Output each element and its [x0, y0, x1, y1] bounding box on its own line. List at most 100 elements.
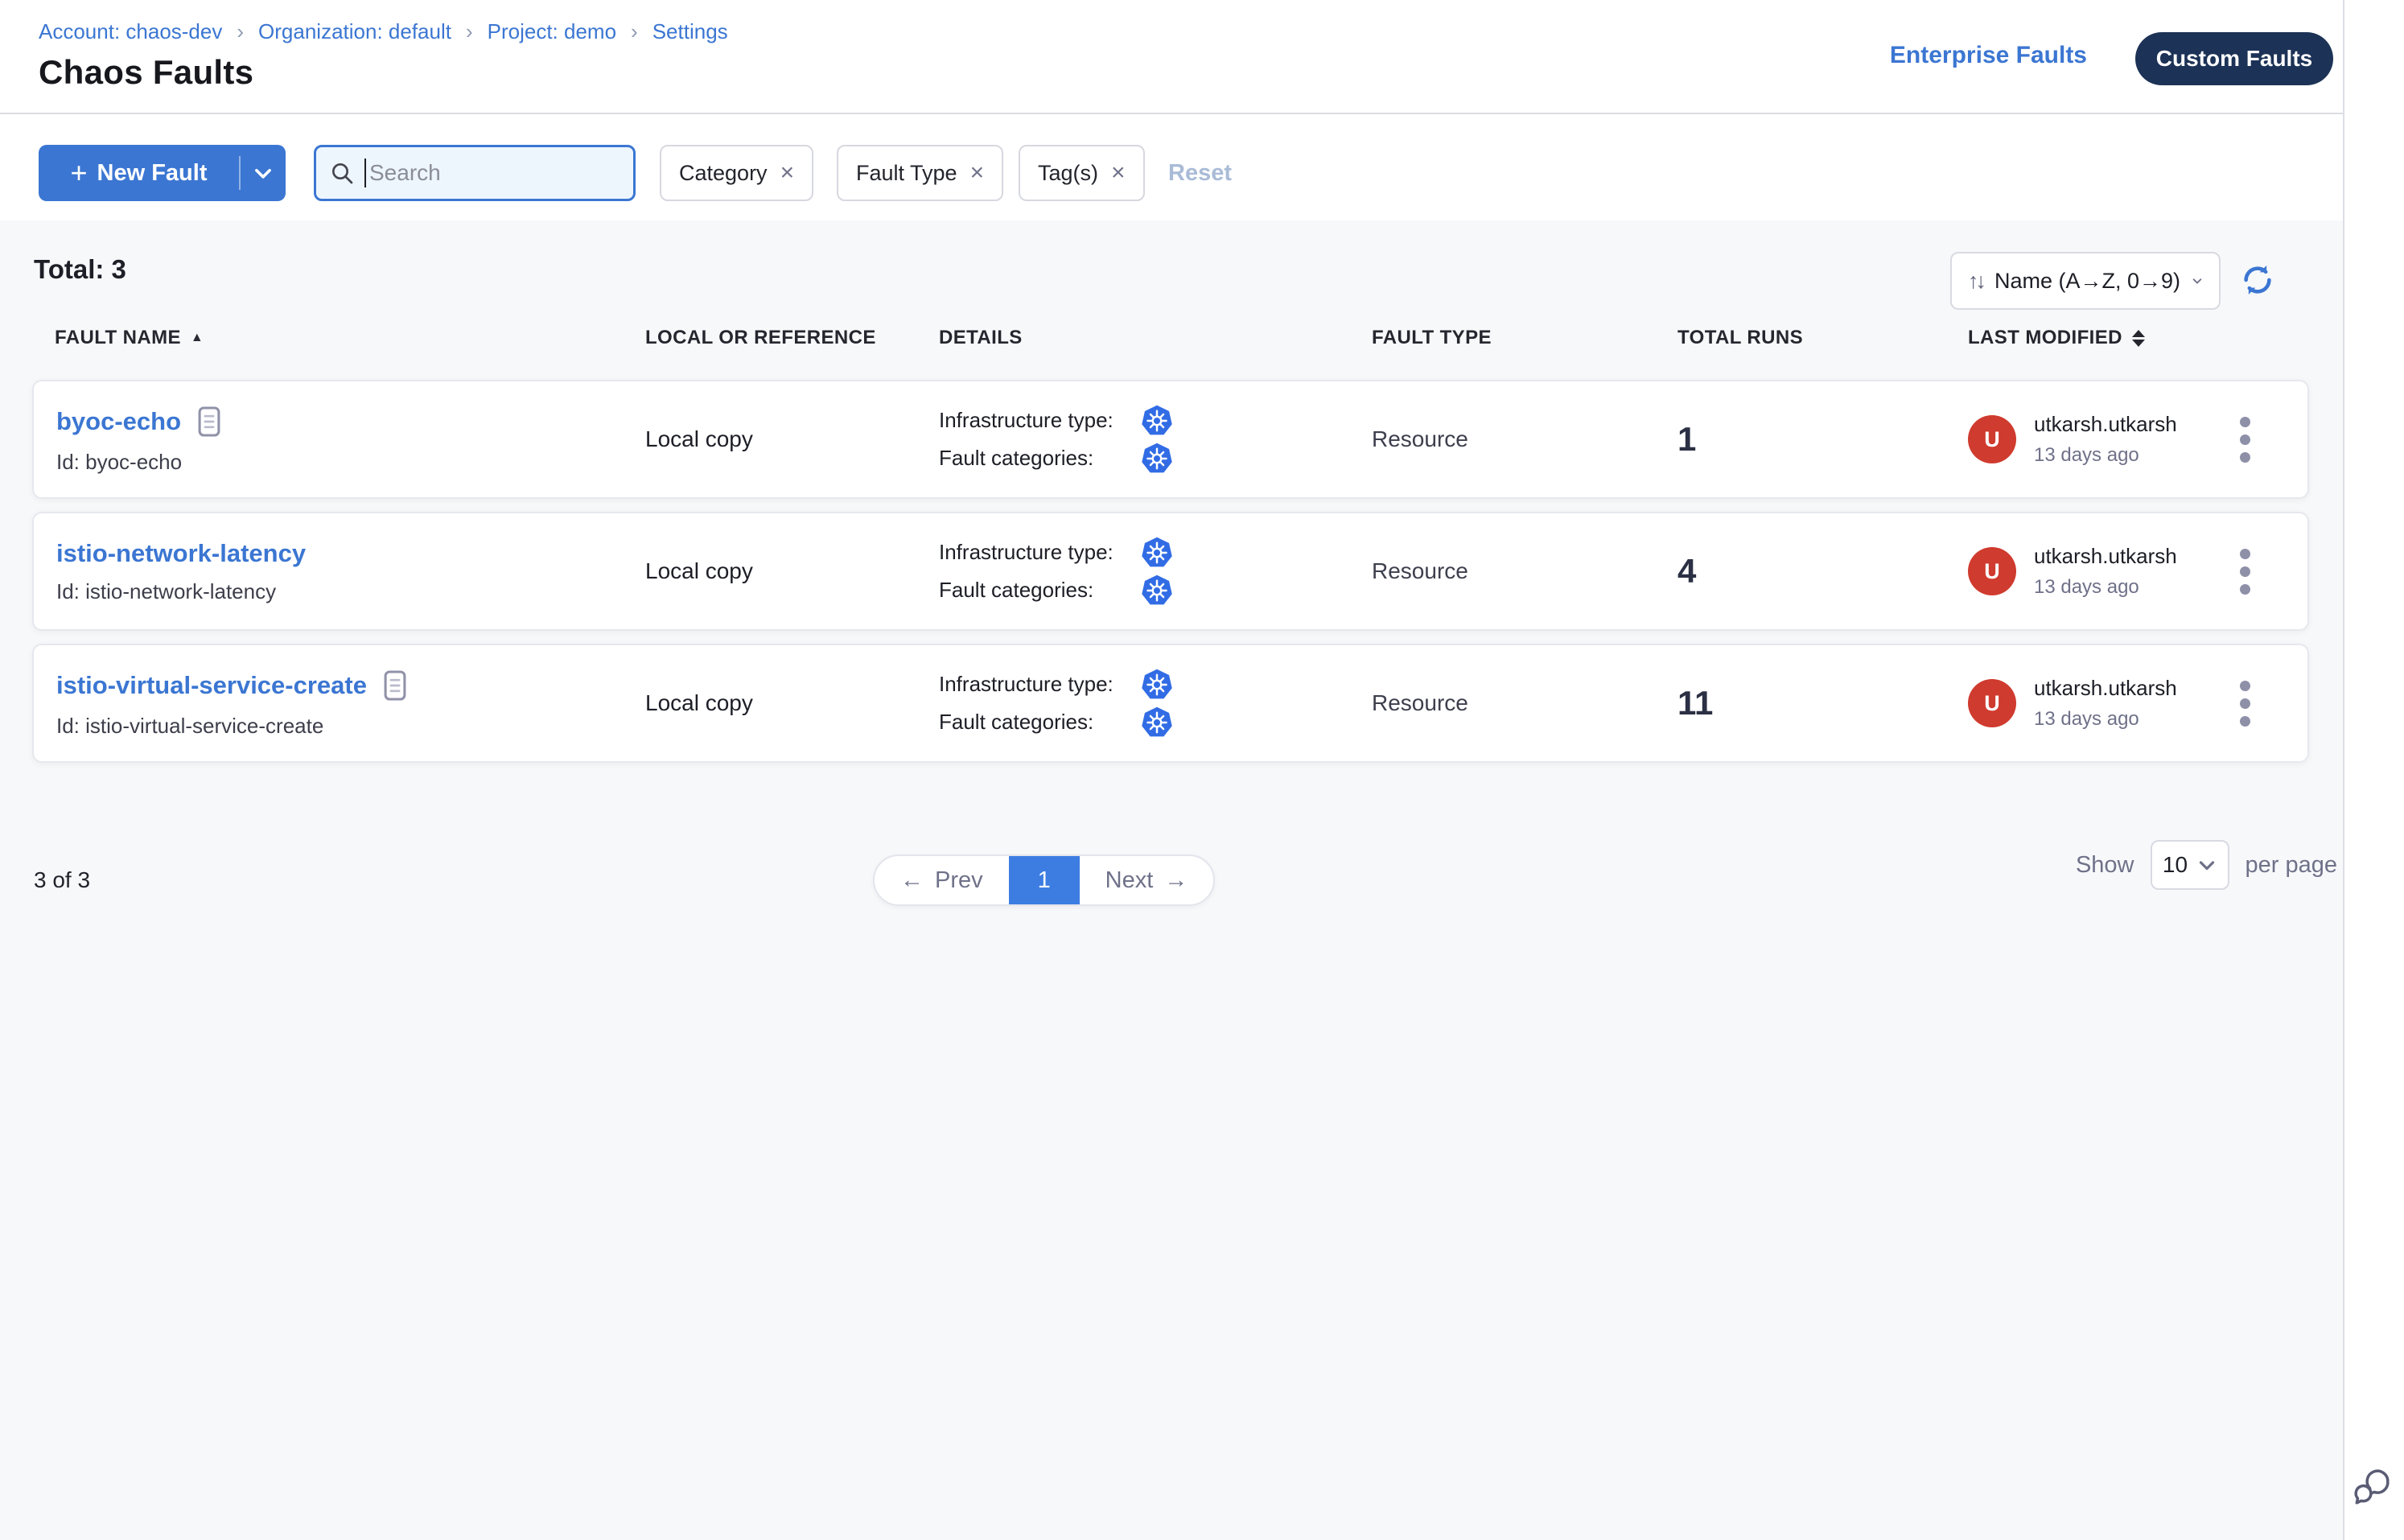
reset-filters-button[interactable]: Reset	[1168, 145, 1232, 201]
manifest-doc-icon[interactable]	[196, 405, 223, 439]
breadcrumb-account[interactable]: Account: chaos-dev	[39, 19, 222, 44]
chevron-down-icon	[2192, 270, 2203, 291]
breadcrumb-settings[interactable]: Settings	[652, 19, 728, 44]
breadcrumb-project[interactable]: Project: demo	[488, 19, 616, 44]
column-header-last-modified[interactable]: LAST MODIFIED	[1968, 327, 2209, 349]
kubernetes-icon	[1140, 536, 1174, 570]
new-fault-button[interactable]: + New Fault	[39, 145, 286, 201]
close-icon[interactable]: ×	[1111, 161, 1126, 185]
kebab-dot	[2240, 417, 2250, 427]
sort-dropdown[interactable]: ↑↓ Name (A→Z, 0→9)	[1950, 252, 2221, 310]
search-box[interactable]	[314, 145, 636, 201]
filter-pill-label: Category	[679, 161, 768, 186]
breadcrumb: Account: chaos-dev › Organization: defau…	[39, 19, 728, 44]
infrastructure-type-label: Infrastructure type:	[939, 672, 1140, 697]
sort-selected-value: Name (A→Z, 0→9)	[1994, 269, 2180, 294]
kebab-dot	[2240, 434, 2250, 445]
fault-categories-label: Fault categories:	[939, 578, 1140, 603]
sort-arrows-icon: ↑↓	[1968, 269, 1983, 294]
kubernetes-icon	[1140, 404, 1174, 438]
avatar: U	[1968, 679, 2016, 727]
per-page-label: per page	[2246, 852, 2338, 879]
modified-when: 13 days ago	[2034, 708, 2177, 731]
local-or-reference-cell: Local copy	[645, 558, 939, 584]
show-label: Show	[2076, 852, 2134, 879]
fault-name-link[interactable]: byoc-echo	[56, 405, 223, 439]
fault-type-cell: Resource	[1372, 558, 1677, 584]
table-header-row: FAULT NAME ▲ LOCAL OR REFERENCE DETAILS …	[32, 327, 2309, 349]
modified-by: utkarsh.utkarsh	[2034, 676, 2177, 701]
fault-name-text: istio-virtual-service-create	[56, 671, 367, 700]
column-header-fault-name[interactable]: FAULT NAME ▲	[32, 327, 645, 349]
kubernetes-icon	[1140, 668, 1174, 702]
kebab-dot	[2240, 681, 2250, 691]
fault-type-cell: Resource	[1372, 426, 1677, 452]
chevron-down-icon	[2197, 855, 2217, 875]
new-fault-main[interactable]: + New Fault	[39, 145, 239, 201]
column-header-actions	[2209, 327, 2309, 349]
sort-ascending-icon: ▲	[191, 331, 204, 345]
column-header-total-runs: TOTAL RUNS	[1677, 327, 1968, 349]
row-menu-button[interactable]	[2233, 674, 2257, 733]
total-runs-cell: 1	[1677, 420, 1968, 459]
enterprise-faults-link[interactable]: Enterprise Faults	[1890, 42, 2087, 69]
filter-pill-label: Fault Type	[856, 161, 957, 186]
fault-categories-label: Fault categories:	[939, 710, 1140, 735]
filter-pill-category[interactable]: Category ×	[660, 145, 813, 201]
total-runs-cell: 11	[1677, 684, 1968, 723]
prev-page-button[interactable]: ← Prev	[875, 856, 1009, 904]
refresh-icon	[2239, 261, 2276, 299]
filter-pill-label: Tag(s)	[1038, 161, 1098, 186]
kubernetes-icon	[1140, 706, 1174, 739]
modified-when: 13 days ago	[2034, 444, 2177, 467]
kubernetes-icon	[1140, 442, 1174, 476]
main-column: Account: chaos-dev › Organization: defau…	[0, 0, 2343, 1540]
column-header-details: DETAILS	[939, 327, 1372, 349]
sort-toggle-icon	[2132, 330, 2145, 347]
search-icon	[329, 160, 355, 186]
kebab-dot	[2240, 452, 2250, 463]
fault-name-link[interactable]: istio-virtual-service-create	[56, 669, 409, 702]
column-label: DETAILS	[939, 327, 1023, 349]
fault-name-text: byoc-echo	[56, 407, 181, 436]
next-page-button[interactable]: Next →	[1080, 856, 1214, 904]
support-chat-button[interactable]	[2349, 1464, 2394, 1509]
arrow-right-icon: →	[1164, 867, 1188, 894]
fault-name-cell: istio-network-latency Id: istio-network-…	[34, 539, 645, 604]
refresh-button[interactable]	[2238, 261, 2277, 300]
last-modified-cell: U utkarsh.utkarsh 13 days ago	[1968, 412, 2209, 467]
kebab-dot	[2240, 566, 2250, 577]
row-menu-button[interactable]	[2233, 410, 2257, 469]
toolbar: + New Fault Category ×	[0, 116, 2343, 220]
right-rail	[2343, 0, 2404, 1540]
chat-bubbles-icon	[2349, 1464, 2394, 1509]
manifest-doc-icon[interactable]	[381, 669, 409, 702]
prev-label: Prev	[935, 867, 983, 894]
fault-name-link[interactable]: istio-network-latency	[56, 539, 306, 568]
row-menu-button[interactable]	[2233, 542, 2257, 601]
close-icon[interactable]: ×	[780, 161, 795, 185]
fault-id: Id: istio-virtual-service-create	[56, 714, 645, 739]
details-cell: Infrastructure type: Fault categories:	[939, 532, 1372, 611]
close-icon[interactable]: ×	[970, 161, 985, 185]
filter-pill-tags[interactable]: Tag(s) ×	[1019, 145, 1145, 201]
column-label: LOCAL OR REFERENCE	[645, 327, 876, 349]
custom-faults-button[interactable]: Custom Faults	[2135, 32, 2333, 85]
column-label: LAST MODIFIED	[1968, 327, 2122, 349]
breadcrumb-separator-icon: ›	[631, 19, 638, 44]
total-runs-cell: 4	[1677, 552, 1968, 591]
new-fault-dropdown-toggle[interactable]	[241, 145, 286, 201]
column-label: FAULT NAME	[55, 327, 181, 349]
search-input[interactable]	[369, 160, 620, 186]
page-size-select[interactable]: 10	[2151, 840, 2229, 890]
filter-pill-fault-type[interactable]: Fault Type ×	[837, 145, 1003, 201]
column-header-local-or-reference: LOCAL OR REFERENCE	[645, 327, 939, 349]
kebab-dot	[2240, 549, 2250, 559]
fault-categories-label: Fault categories:	[939, 446, 1140, 471]
kebab-dot	[2240, 698, 2250, 709]
breadcrumb-organization[interactable]: Organization: default	[258, 19, 451, 44]
kebab-dot	[2240, 584, 2250, 595]
current-page-button[interactable]: 1	[1009, 856, 1080, 904]
pagination: ← Prev 1 Next →	[873, 854, 1215, 906]
table-row: istio-network-latency Id: istio-network-…	[32, 512, 2309, 631]
